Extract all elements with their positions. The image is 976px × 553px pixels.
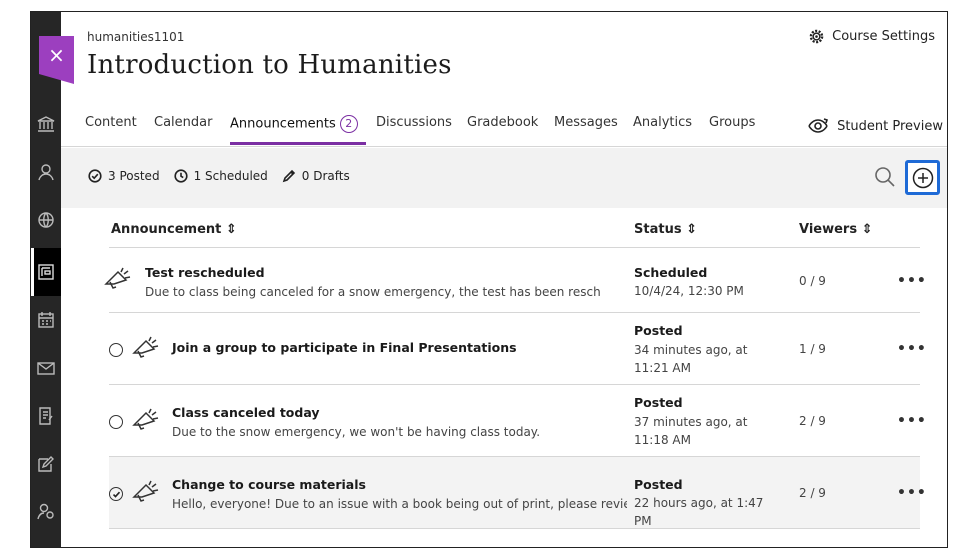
table-row[interactable]: Test rescheduled Due to class being canc…: [104, 248, 926, 313]
plus-circle-icon: [912, 167, 933, 188]
more-options-button[interactable]: •••: [897, 273, 927, 289]
announcement-title[interactable]: Class canceled today: [172, 405, 320, 420]
student-preview-label: Student Preview: [837, 118, 943, 134]
status-time: 34 minutes ago, at 11:21 AM: [634, 343, 748, 375]
search-button[interactable]: [871, 163, 899, 191]
page-title: Introduction to Humanities: [87, 50, 452, 80]
status-label: Posted: [634, 395, 683, 410]
drafts-count: 0 Drafts: [301, 169, 350, 183]
institution-icon[interactable]: [31, 112, 61, 136]
announcement-title[interactable]: Join a group to participate in Final Pre…: [172, 340, 517, 355]
close-button[interactable]: ×: [39, 36, 74, 84]
announcement-title[interactable]: Change to course materials: [172, 477, 366, 492]
viewers-count[interactable]: 0 / 9: [799, 274, 826, 288]
megaphone-icon: [132, 408, 159, 430]
close-icon: ×: [48, 43, 65, 67]
profile-icon[interactable]: [31, 160, 61, 184]
course-settings-button[interactable]: Course Settings: [809, 29, 935, 44]
calendar-icon[interactable]: [31, 308, 61, 332]
course-window: × humanities1101 Introduction to Humanit…: [30, 11, 948, 548]
row-select-radio[interactable]: [109, 343, 123, 357]
tab-calendar[interactable]: Calendar: [154, 115, 212, 130]
pencil-icon: [282, 169, 295, 183]
announcements-count-badge: 2: [339, 115, 358, 133]
active-tab-indicator: [230, 142, 366, 145]
status-label: Posted: [634, 477, 683, 492]
tools-icon[interactable]: [31, 452, 61, 476]
table-row[interactable]: Join a group to participate in Final Pre…: [109, 313, 926, 385]
tab-gradebook[interactable]: Gradebook: [467, 115, 538, 130]
announcements-table: Announcement ⇕ Status ⇕ Viewers ⇕ Test r…: [104, 212, 926, 529]
megaphone-icon: [132, 480, 159, 502]
table-row[interactable]: Change to course materials Hello, everyo…: [109, 457, 926, 529]
status-time: 10/4/24, 12:30 PM: [634, 284, 744, 298]
megaphone-icon: [132, 336, 159, 358]
status-time: 37 minutes ago, at 11:18 AM: [634, 415, 748, 447]
tab-discussions[interactable]: Discussions: [376, 115, 452, 130]
search-icon: [875, 167, 895, 187]
tab-announcements[interactable]: Announcements 2: [230, 115, 358, 133]
announcement-summary-bar: 3 Posted 1 Scheduled 0 Drafts: [61, 148, 947, 208]
table-row[interactable]: Class canceled today Due to the snow eme…: [109, 385, 926, 457]
tab-analytics[interactable]: Analytics: [633, 115, 692, 130]
courses-icon[interactable]: [31, 248, 61, 296]
viewers-count[interactable]: 2 / 9: [799, 486, 826, 500]
course-id: humanities1101: [87, 30, 185, 44]
course-tabs: Content Calendar Announcements 2 Discussi…: [61, 107, 947, 147]
course-settings-label: Course Settings: [832, 29, 935, 44]
viewers-count[interactable]: 1 / 9: [799, 342, 826, 356]
megaphone-icon: [104, 267, 131, 289]
column-viewers[interactable]: Viewers ⇕: [799, 222, 873, 237]
add-announcement-button[interactable]: [905, 160, 940, 195]
scheduled-filter[interactable]: 1 Scheduled: [173, 169, 268, 183]
viewers-count[interactable]: 2 / 9: [799, 414, 826, 428]
row-select-checked[interactable]: [109, 487, 123, 501]
globe-icon[interactable]: [31, 208, 61, 232]
announcement-preview: Hello, everyone! Due to an issue with a …: [172, 497, 627, 511]
more-options-button[interactable]: •••: [897, 341, 927, 357]
grades-icon[interactable]: [31, 404, 61, 428]
tab-announcements-label: Announcements: [230, 116, 336, 132]
row-select-radio[interactable]: [109, 415, 123, 429]
announcement-preview: Due to the snow emergency, we won't be h…: [172, 425, 541, 439]
gear-icon: [809, 29, 824, 44]
messages-icon[interactable]: [31, 356, 61, 380]
student-preview-button[interactable]: Student Preview: [807, 117, 943, 135]
groups-icon[interactable]: [31, 500, 61, 524]
column-status[interactable]: Status ⇕: [634, 222, 697, 237]
check-circle-icon: [88, 169, 102, 183]
announcement-preview: Due to class being canceled for a snow e…: [145, 285, 600, 299]
status-label: Scheduled: [634, 265, 708, 280]
scheduled-count: 1 Scheduled: [193, 169, 268, 183]
nav-rail: [31, 12, 61, 547]
drafts-filter[interactable]: 0 Drafts: [282, 169, 350, 183]
tab-content[interactable]: Content: [85, 115, 137, 130]
posted-filter[interactable]: 3 Posted: [88, 169, 160, 183]
more-options-button[interactable]: •••: [897, 413, 927, 429]
tab-groups[interactable]: Groups: [709, 115, 755, 130]
announcement-title[interactable]: Test rescheduled: [145, 265, 265, 280]
check-icon: [112, 491, 120, 498]
status-time: 22 hours ago, at 1:47 PM: [634, 496, 764, 528]
table-header: Announcement ⇕ Status ⇕ Viewers ⇕: [109, 212, 920, 248]
status-label: Posted: [634, 323, 683, 338]
more-options-button[interactable]: •••: [897, 485, 927, 501]
clock-icon: [173, 169, 188, 183]
posted-count: 3 Posted: [108, 169, 160, 183]
tab-messages[interactable]: Messages: [554, 115, 618, 130]
student-preview-icon: [808, 118, 829, 133]
column-announcement[interactable]: Announcement ⇕: [111, 222, 237, 237]
